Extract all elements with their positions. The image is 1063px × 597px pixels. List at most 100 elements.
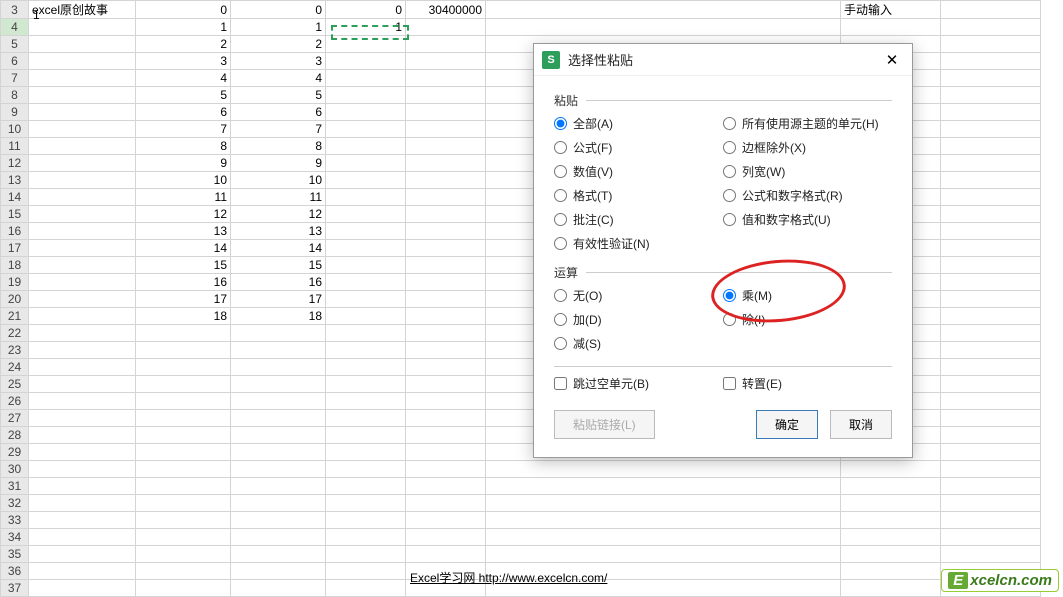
- cell[interactable]: [326, 36, 406, 53]
- cell[interactable]: [941, 172, 1041, 189]
- cell[interactable]: [29, 342, 136, 359]
- cell[interactable]: [486, 19, 841, 36]
- cell[interactable]: [326, 461, 406, 478]
- cell[interactable]: [326, 563, 406, 580]
- cell[interactable]: 12: [136, 206, 231, 223]
- cell[interactable]: [486, 529, 841, 546]
- footer-link[interactable]: Excel学习网 http://www.excelcn.com/: [410, 569, 607, 586]
- row-header[interactable]: 7: [1, 70, 29, 87]
- cell[interactable]: [326, 121, 406, 138]
- cell[interactable]: 4: [231, 70, 326, 87]
- cell[interactable]: [29, 53, 136, 70]
- cell[interactable]: [326, 444, 406, 461]
- cell[interactable]: 0: [136, 1, 231, 19]
- cell[interactable]: [29, 257, 136, 274]
- cell[interactable]: [941, 257, 1041, 274]
- cell[interactable]: 0: [231, 1, 326, 19]
- cell[interactable]: [941, 223, 1041, 240]
- cell[interactable]: [326, 257, 406, 274]
- cell[interactable]: [136, 444, 231, 461]
- cancel-button[interactable]: 取消: [830, 410, 892, 439]
- cell[interactable]: [406, 546, 486, 563]
- cell[interactable]: [136, 580, 231, 597]
- row-header[interactable]: 20: [1, 291, 29, 308]
- cell[interactable]: 18: [136, 308, 231, 325]
- cell[interactable]: [941, 359, 1041, 376]
- cell[interactable]: [486, 495, 841, 512]
- cell[interactable]: [326, 308, 406, 325]
- row-header[interactable]: 21: [1, 308, 29, 325]
- cell[interactable]: [941, 19, 1041, 36]
- cell[interactable]: [29, 274, 136, 291]
- radio-有效性验证(N)[interactable]: 有效性验证(N): [554, 235, 723, 252]
- cell[interactable]: 3: [136, 53, 231, 70]
- cell[interactable]: [406, 308, 486, 325]
- cell[interactable]: [941, 138, 1041, 155]
- cell[interactable]: [406, 461, 486, 478]
- cell[interactable]: [941, 189, 1041, 206]
- cell[interactable]: [326, 240, 406, 257]
- cell[interactable]: 11: [231, 189, 326, 206]
- cell[interactable]: 13: [231, 223, 326, 240]
- row-header[interactable]: 37: [1, 580, 29, 597]
- cell[interactable]: 4: [136, 70, 231, 87]
- row-header[interactable]: 22: [1, 325, 29, 342]
- row-header[interactable]: 32: [1, 495, 29, 512]
- cell[interactable]: [326, 376, 406, 393]
- cell[interactable]: excel原创故事: [29, 1, 136, 19]
- cell[interactable]: [326, 70, 406, 87]
- cell[interactable]: [941, 155, 1041, 172]
- cell[interactable]: 14: [231, 240, 326, 257]
- cell[interactable]: [231, 512, 326, 529]
- cell[interactable]: [406, 104, 486, 121]
- cell[interactable]: [231, 325, 326, 342]
- cell[interactable]: [406, 410, 486, 427]
- cell[interactable]: [941, 325, 1041, 342]
- cell[interactable]: [326, 325, 406, 342]
- radio-批注(C)[interactable]: 批注(C): [554, 211, 723, 228]
- cell[interactable]: [941, 444, 1041, 461]
- cell[interactable]: [841, 529, 941, 546]
- cell[interactable]: [231, 393, 326, 410]
- cell[interactable]: [29, 223, 136, 240]
- cell[interactable]: [231, 495, 326, 512]
- row-header[interactable]: 12: [1, 155, 29, 172]
- cell[interactable]: [941, 87, 1041, 104]
- cell[interactable]: [941, 1, 1041, 19]
- cell[interactable]: [29, 189, 136, 206]
- cell[interactable]: [326, 529, 406, 546]
- cell[interactable]: [406, 291, 486, 308]
- cell[interactable]: [841, 461, 941, 478]
- cell[interactable]: [231, 427, 326, 444]
- cell[interactable]: [136, 563, 231, 580]
- cell[interactable]: [326, 274, 406, 291]
- cell[interactable]: [326, 206, 406, 223]
- cell[interactable]: [406, 274, 486, 291]
- cell[interactable]: [406, 325, 486, 342]
- radio-公式(F)[interactable]: 公式(F): [554, 139, 723, 156]
- cell[interactable]: [941, 121, 1041, 138]
- radio-公式和数字格式(R)[interactable]: 公式和数字格式(R): [723, 187, 892, 204]
- row-header[interactable]: 28: [1, 427, 29, 444]
- radio-无(O)[interactable]: 无(O): [554, 287, 723, 304]
- cell[interactable]: [941, 427, 1041, 444]
- cell[interactable]: 6: [136, 104, 231, 121]
- cell[interactable]: [29, 478, 136, 495]
- cell[interactable]: 7: [136, 121, 231, 138]
- cell[interactable]: 17: [136, 291, 231, 308]
- cell[interactable]: [406, 478, 486, 495]
- cell[interactable]: [29, 155, 136, 172]
- row-header[interactable]: 33: [1, 512, 29, 529]
- row-header[interactable]: 35: [1, 546, 29, 563]
- cell[interactable]: [326, 138, 406, 155]
- cell[interactable]: [941, 461, 1041, 478]
- radio-加(D)[interactable]: 加(D): [554, 311, 723, 328]
- radio-边框除外(X)[interactable]: 边框除外(X): [723, 139, 892, 156]
- cell[interactable]: [406, 155, 486, 172]
- cell[interactable]: [841, 546, 941, 563]
- row-header[interactable]: 8: [1, 87, 29, 104]
- cell[interactable]: [486, 546, 841, 563]
- cell[interactable]: [29, 104, 136, 121]
- cell[interactable]: [406, 495, 486, 512]
- cell[interactable]: [406, 376, 486, 393]
